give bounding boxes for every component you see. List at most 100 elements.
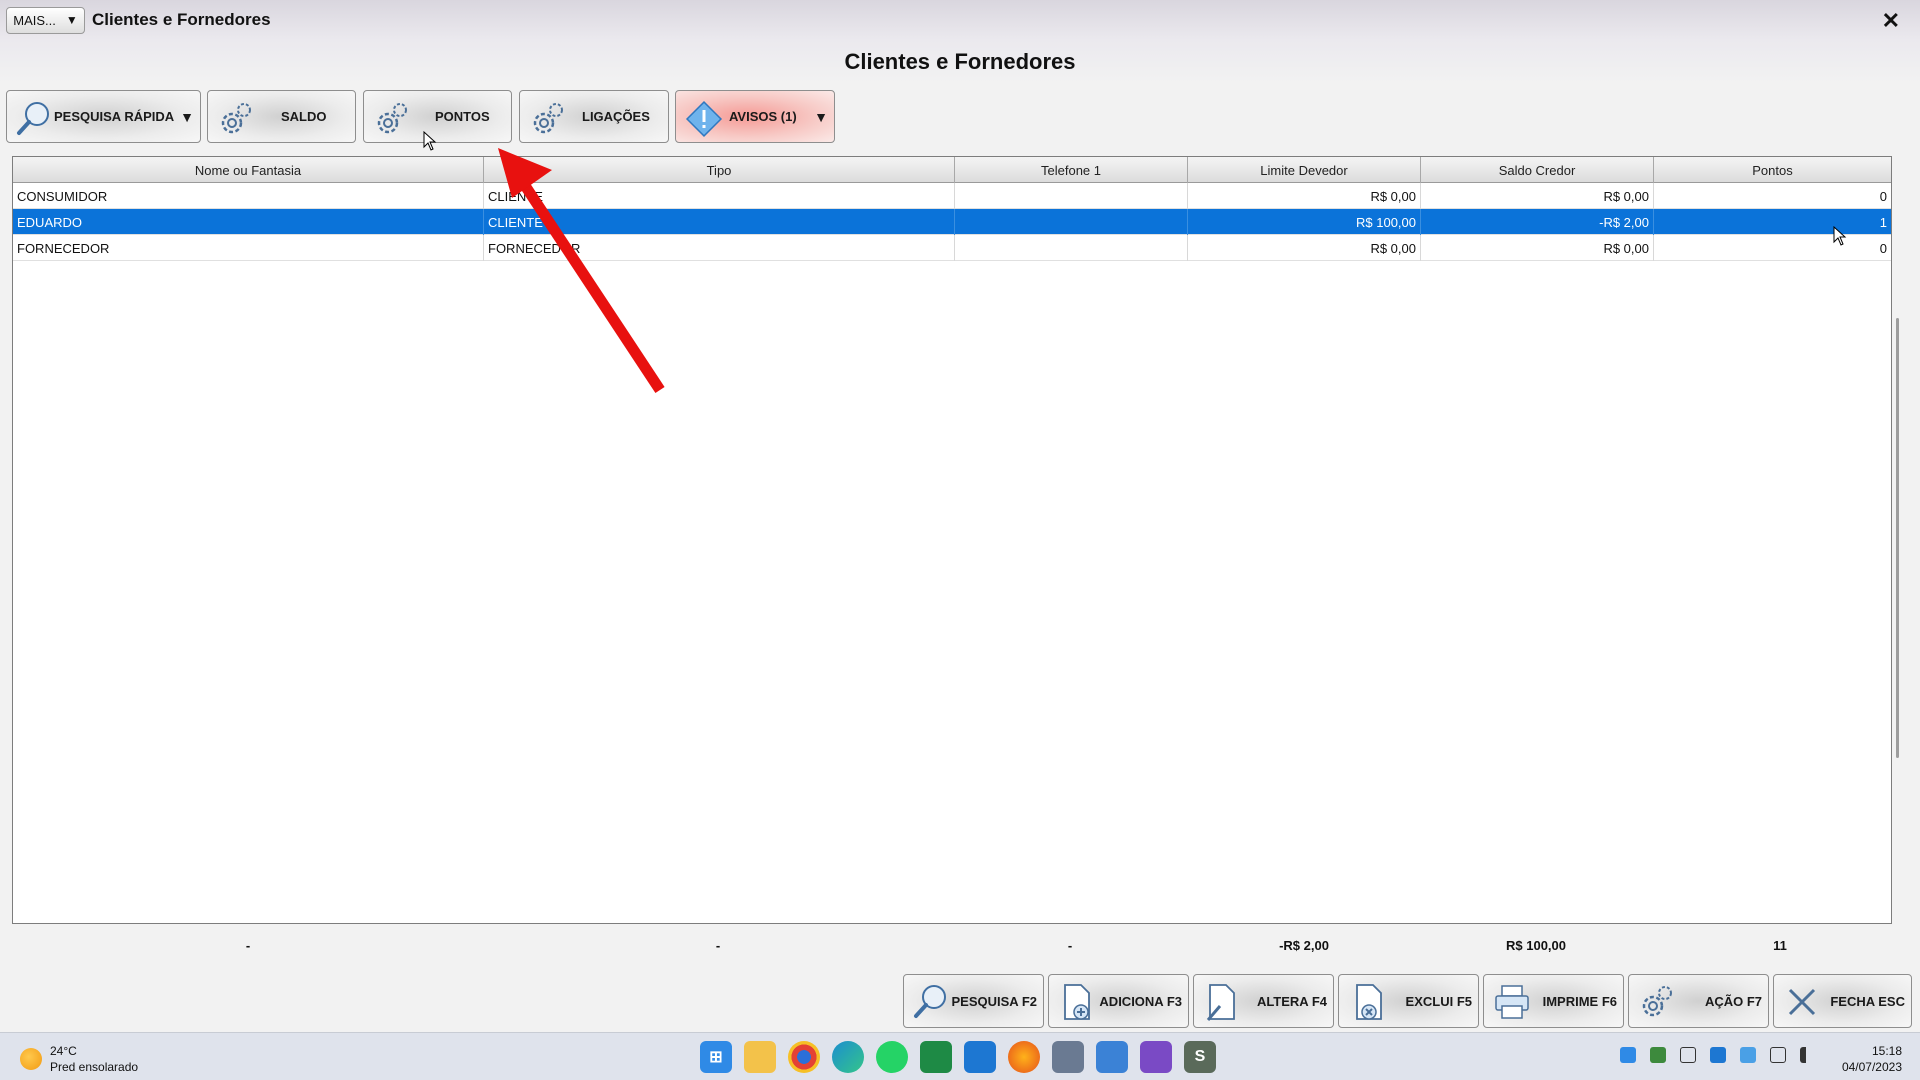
cell-tipo: FORNECEDOR (484, 235, 955, 261)
pontos-label: PONTOS (435, 109, 490, 124)
security-icon[interactable] (1710, 1047, 1726, 1063)
page-title: Clientes e Fornedores (844, 49, 1076, 74)
sun-icon (20, 1048, 42, 1070)
clock-time: 15:18 (1871, 1044, 1902, 1058)
exclui-button[interactable]: EXCLUI F5 (1338, 974, 1479, 1028)
clients-table[interactable]: Nome ou Fantasia Tipo Telefone 1 Limite … (12, 156, 1892, 924)
cell-tipo: CLIENTE (484, 183, 955, 209)
tray-app-icon[interactable] (1650, 1047, 1666, 1063)
chrome-icon[interactable] (788, 1041, 820, 1073)
altera-label: ALTERA F4 (1256, 994, 1327, 1009)
column-header-limite[interactable]: Limite Devedor (1188, 157, 1421, 183)
acao-button[interactable]: AÇÃO F7 (1628, 974, 1769, 1028)
volume-icon[interactable] (1800, 1047, 1816, 1063)
quick-search-button[interactable]: PESQUISA RÁPIDA ▼ (6, 90, 201, 143)
chevron-down-icon[interactable]: ▼ (180, 109, 194, 125)
vertical-scrollbar[interactable] (1892, 156, 1904, 924)
edit-document-icon (1206, 984, 1235, 1021)
warning-icon (685, 100, 723, 138)
system-tray (1620, 1047, 1816, 1063)
video-icon[interactable] (1140, 1041, 1172, 1073)
clock-date: 04/07/2023 (1841, 1060, 1902, 1074)
column-header-nome[interactable]: Nome ou Fantasia (13, 157, 484, 183)
search-icon (914, 985, 946, 1018)
delete-document-icon (1356, 984, 1382, 1020)
cloud-icon[interactable] (1740, 1047, 1756, 1063)
firefox-icon[interactable] (1008, 1041, 1040, 1073)
close-icon (1788, 988, 1816, 1016)
total-telefone: - (1067, 938, 1073, 953)
adiciona-label: ADICIONA F3 (1099, 994, 1182, 1009)
ligacoes-button[interactable]: LIGAÇÕES (519, 90, 669, 143)
cell-telefone (955, 183, 1188, 209)
cell-saldo: R$ 0,00 (1421, 235, 1654, 261)
cell-tipo: CLIENTE (484, 209, 955, 235)
avisos-button[interactable]: AVISOS (1) ▼ (675, 90, 835, 143)
total-limite: -R$ 2,00 (1279, 938, 1329, 953)
weather-widget[interactable]: 24°C Pred ensolarado (20, 1043, 138, 1075)
cell-nome: EDUARDO (13, 209, 484, 235)
scrollbar-thumb[interactable] (1896, 318, 1899, 758)
app-s-icon[interactable]: S (1184, 1041, 1216, 1073)
table-row[interactable]: CONSUMIDOR CLIENTE R$ 0,00 R$ 0,00 0 (13, 183, 1891, 209)
add-document-icon (1064, 984, 1090, 1020)
total-saldo: R$ 100,00 (1506, 938, 1566, 953)
gear-icon (533, 103, 563, 134)
cell-telefone (955, 235, 1188, 261)
cell-pontos: 0 (1879, 188, 1887, 204)
chevron-down-icon: ▼ (65, 13, 78, 27)
gear-icon (221, 103, 251, 134)
chevron-down-icon[interactable]: ▼ (814, 109, 828, 125)
pontos-button[interactable]: PONTOS (363, 90, 512, 143)
ligacoes-label: LIGAÇÕES (582, 109, 650, 124)
taskbar-clock[interactable]: 15:18 04/07/2023 (1842, 1043, 1902, 1075)
mouse-cursor-icon (423, 131, 437, 151)
saldo-label: SALDO (281, 109, 327, 124)
acao-label: AÇÃO F7 (1704, 994, 1762, 1009)
cell-limite: R$ 0,00 (1188, 235, 1421, 261)
table-row-selected[interactable]: EDUARDO CLIENTE R$ 100,00 -R$ 2,00 1 (13, 209, 1891, 235)
file-explorer-icon[interactable] (744, 1041, 776, 1073)
tray-app-icon[interactable] (1620, 1047, 1636, 1063)
column-header-tipo[interactable]: Tipo (484, 157, 955, 183)
fecha-button[interactable]: FECHA ESC (1773, 974, 1912, 1028)
cell-saldo: -R$ 2,00 (1421, 209, 1654, 235)
close-window-button[interactable]: ✕ (1882, 8, 1900, 34)
mais-menu-button[interactable]: MAIS... ▼ (6, 6, 85, 34)
total-tipo: - (715, 938, 721, 953)
spreadsheet-icon[interactable] (920, 1041, 952, 1073)
os-taskbar: 24°C Pred ensolarado ⊞ S 15:18 04/07/202… (0, 1032, 1920, 1080)
cell-limite: R$ 100,00 (1188, 209, 1421, 235)
pesquisa-button[interactable]: PESQUISA F2 (903, 974, 1044, 1028)
gear-icon (377, 103, 407, 134)
edge-icon[interactable] (832, 1041, 864, 1073)
adiciona-button[interactable]: ADICIONA F3 (1048, 974, 1189, 1028)
settings-icon[interactable] (1052, 1041, 1084, 1073)
altera-button[interactable]: ALTERA F4 (1193, 974, 1334, 1028)
notepad-icon[interactable] (1096, 1041, 1128, 1073)
weather-temperature: 24°C (50, 1044, 77, 1058)
avisos-label: AVISOS (1) (729, 109, 797, 124)
pesquisa-label: PESQUISA F2 (951, 994, 1037, 1009)
network-icon[interactable] (1770, 1047, 1786, 1063)
cell-nome: CONSUMIDOR (13, 183, 484, 209)
windows-start-icon[interactable]: ⊞ (700, 1041, 732, 1073)
total-nome: - (245, 938, 251, 953)
table-row[interactable]: FORNECEDOR FORNECEDOR R$ 0,00 R$ 0,00 0 (13, 235, 1891, 261)
mouse-cursor-icon (1833, 226, 1847, 246)
imprime-button[interactable]: IMPRIME F6 (1483, 974, 1624, 1028)
title-bar: MAIS... ▼ Clientes e Fornedores ✕ (0, 0, 1920, 40)
quick-search-label: PESQUISA RÁPIDA (54, 109, 175, 124)
column-header-pontos[interactable]: Pontos (1654, 157, 1891, 183)
column-header-saldo[interactable]: Saldo Credor (1421, 157, 1654, 183)
cell-limite: R$ 0,00 (1188, 183, 1421, 209)
weather-description: Pred ensolarado (50, 1060, 139, 1074)
imprime-label: IMPRIME F6 (1542, 994, 1617, 1009)
mail-icon[interactable] (964, 1041, 996, 1073)
whatsapp-icon[interactable] (876, 1041, 908, 1073)
saldo-button[interactable]: SALDO (207, 90, 356, 143)
heading-band: Clientes e Fornedores (0, 40, 1920, 84)
cell-nome: FORNECEDOR (13, 235, 484, 261)
column-header-telefone[interactable]: Telefone 1 (955, 157, 1188, 183)
battery-icon[interactable] (1680, 1047, 1696, 1063)
